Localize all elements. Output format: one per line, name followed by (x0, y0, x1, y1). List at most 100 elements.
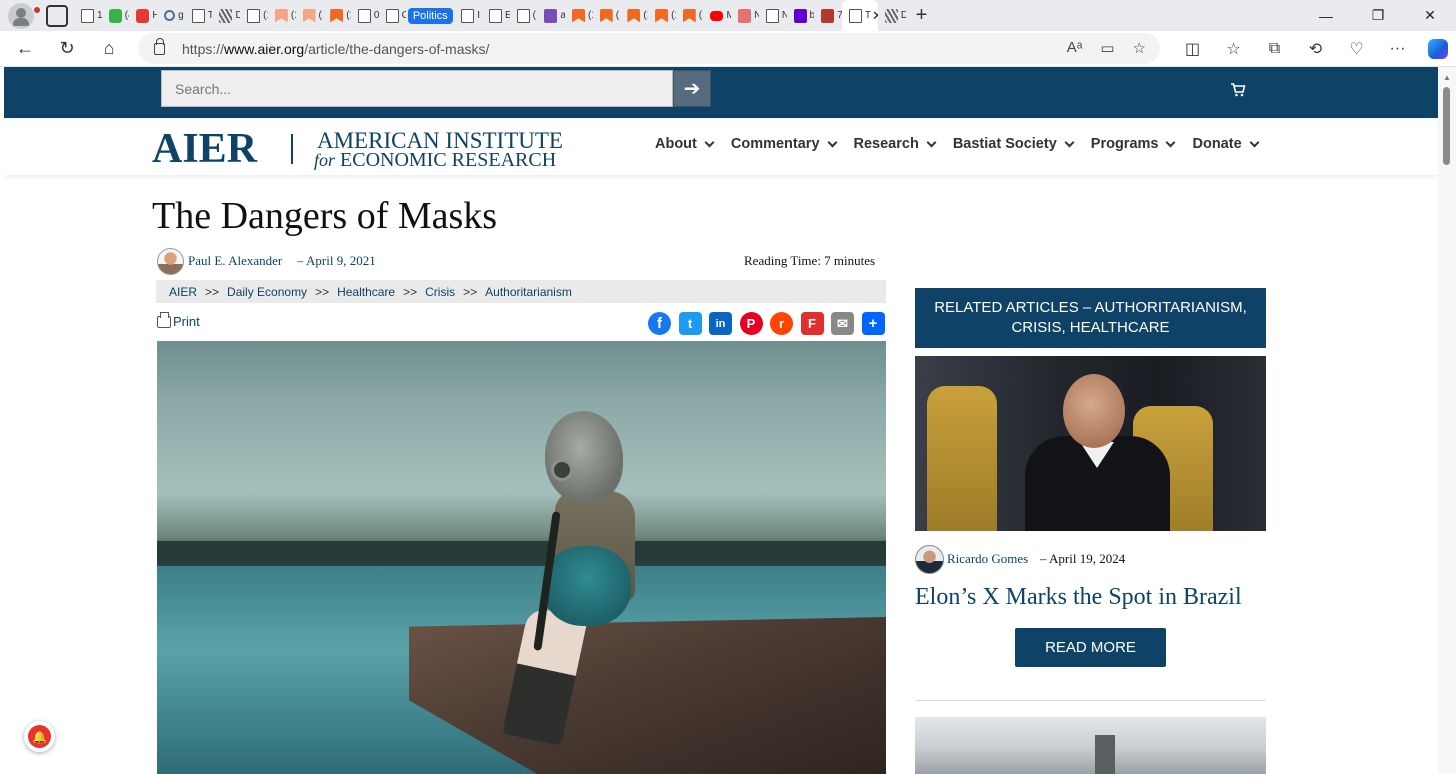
notification-bell-button[interactable]: 🔔 (24, 721, 55, 752)
twitter-share-icon[interactable]: t (678, 312, 702, 335)
immersive-reader-icon[interactable]: ▭ (1100, 39, 1114, 57)
browser-tab[interactable]: D (212, 0, 240, 31)
refresh-icon[interactable]: ↻ (46, 38, 88, 59)
related-article-image-2[interactable] (915, 717, 1266, 774)
tab-favicon-icon (516, 8, 530, 23)
nav-donate[interactable]: Donate (1192, 136, 1260, 152)
linkedin-share-icon[interactable]: in (709, 312, 732, 335)
search-submit-arrow-icon[interactable]: ➔ (673, 70, 711, 107)
browser-tab[interactable]: N (759, 0, 787, 31)
related-author-avatar[interactable] (915, 545, 944, 574)
breadcrumb-item[interactable]: AIER (169, 285, 197, 299)
url-text[interactable]: https://www.aier.org/article/the-dangers… (182, 41, 489, 57)
aier-logo[interactable]: AIER (152, 125, 257, 173)
minimize-icon[interactable]: — (1300, 8, 1352, 24)
tab-favicon-icon (572, 8, 585, 23)
home-icon[interactable]: ⌂ (88, 38, 130, 59)
breadcrumb-item[interactable]: Crisis (425, 285, 455, 299)
browser-tab[interactable]: 1( (74, 0, 102, 31)
read-more-button[interactable]: READ MORE (1015, 628, 1166, 667)
browser-tab[interactable]: I s (454, 0, 482, 31)
hero-legs (502, 606, 588, 746)
address-bar-icons: A͏ᵃ ▭ ☆ (1067, 39, 1146, 57)
tab-favicon-icon (385, 8, 399, 23)
reddit-share-icon[interactable]: r (770, 312, 793, 335)
hero-teddy-bear (543, 546, 631, 626)
favorite-star-icon[interactable]: ☆ (1133, 39, 1146, 57)
share-more-icon[interactable]: + (861, 312, 885, 335)
browser-tab[interactable]: 7: (814, 0, 842, 31)
tab-favicon-icon (330, 8, 344, 23)
browser-tab[interactable]: M (703, 0, 731, 31)
read-aloud-icon[interactable]: A͏ᵃ (1067, 39, 1083, 57)
browser-tab[interactable]: b (787, 0, 814, 31)
notification-dot (34, 6, 40, 13)
article-hero-image (157, 341, 886, 774)
cart-icon[interactable] (1230, 82, 1246, 98)
browser-tab[interactable]: al (537, 0, 565, 31)
history-icon[interactable]: ⟲ (1295, 39, 1336, 59)
browser-tab[interactable]: (1 (565, 0, 593, 31)
related-article-image[interactable] (915, 356, 1266, 531)
breadcrumb-item[interactable]: Authoritarianism (485, 285, 572, 299)
facebook-share-icon[interactable]: f (648, 312, 671, 335)
tab-group-label[interactable]: Politics (407, 7, 453, 24)
back-icon[interactable]: ← (4, 38, 46, 59)
browser-tab[interactable]: 0( (351, 0, 379, 31)
related-article-title[interactable]: Elon’s X Marks the Spot in Brazil (915, 584, 1242, 611)
browser-tab[interactable]: D (878, 0, 906, 31)
pinterest-share-icon[interactable]: P (739, 312, 763, 335)
browser-tab[interactable]: (1 (593, 0, 620, 31)
page-scrollbar[interactable]: ▲ (1438, 67, 1456, 774)
nav-research[interactable]: Research (854, 136, 937, 152)
browser-tab[interactable]: (1 (648, 0, 676, 31)
author-name-link[interactable]: Paul E. Alexander (188, 253, 282, 269)
scrollbar-thumb[interactable] (1443, 87, 1450, 165)
nav-bastiat-society[interactable]: Bastiat Society (953, 136, 1075, 152)
browser-tab[interactable]: T ✕ (841, 0, 878, 31)
browser-tab[interactable]: C (379, 0, 406, 31)
browser-tab[interactable]: Politics (406, 0, 454, 31)
site-search-input[interactable]: Search... (161, 70, 673, 107)
browser-tab[interactable]: El (482, 0, 510, 31)
nav-commentary[interactable]: Commentary (731, 136, 837, 152)
author-avatar[interactable] (157, 248, 184, 275)
lock-icon[interactable] (154, 37, 165, 55)
browser-tab[interactable]: (1 (676, 0, 703, 31)
copilot-icon[interactable] (1428, 39, 1448, 59)
email-share-icon[interactable]: ✉ (831, 312, 854, 335)
browser-tab[interactable]: (1 (620, 0, 648, 31)
tab-title: D (900, 10, 906, 21)
browser-tab[interactable]: g (157, 0, 185, 31)
browser-tab[interactable]: (1 (296, 0, 323, 31)
browser-tab[interactable]: (4 (102, 0, 129, 31)
scroll-up-arrow-icon[interactable]: ▲ (1443, 73, 1451, 82)
address-bar[interactable]: https://www.aier.org/article/the-dangers… (138, 33, 1160, 64)
logo-text-line2[interactable]: for ECONOMIC RESEARCH (314, 149, 556, 172)
breadcrumb-item[interactable]: Daily Economy (227, 285, 307, 299)
more-icon[interactable]: ··· (1377, 40, 1418, 58)
split-screen-icon[interactable]: ◫ (1172, 39, 1213, 59)
performance-icon[interactable]: ♡ (1336, 39, 1377, 59)
browser-tab[interactable]: H (129, 0, 157, 31)
close-window-icon[interactable]: ✕ (1404, 7, 1456, 24)
flipboard-share-icon[interactable]: F (800, 312, 824, 335)
browser-tab[interactable]: (1 (268, 0, 296, 31)
print-button[interactable]: Print (157, 311, 200, 329)
browser-tab[interactable]: (1 (240, 0, 268, 31)
browser-tab[interactable]: N (731, 0, 759, 31)
browser-tab[interactable]: (1 (510, 0, 537, 31)
restore-icon[interactable]: ❐ (1352, 7, 1404, 24)
nav-programs[interactable]: Programs (1091, 136, 1176, 152)
article-title: The Dangers of Masks (152, 195, 498, 237)
tab-actions-icon[interactable] (46, 4, 68, 27)
favorites-icon[interactable]: ☆ (1213, 39, 1254, 59)
browser-tab[interactable]: Tl (185, 0, 212, 31)
browser-tab[interactable]: (1 (323, 0, 351, 31)
related-author-link[interactable]: Ricardo Gomes (947, 551, 1028, 567)
collections-icon[interactable]: ⧉ (1254, 40, 1295, 58)
nav-about[interactable]: About (655, 136, 715, 152)
breadcrumb-item[interactable]: Healthcare (337, 285, 395, 299)
profile-icon[interactable] (8, 2, 40, 29)
new-tab-button[interactable]: + (916, 4, 928, 27)
